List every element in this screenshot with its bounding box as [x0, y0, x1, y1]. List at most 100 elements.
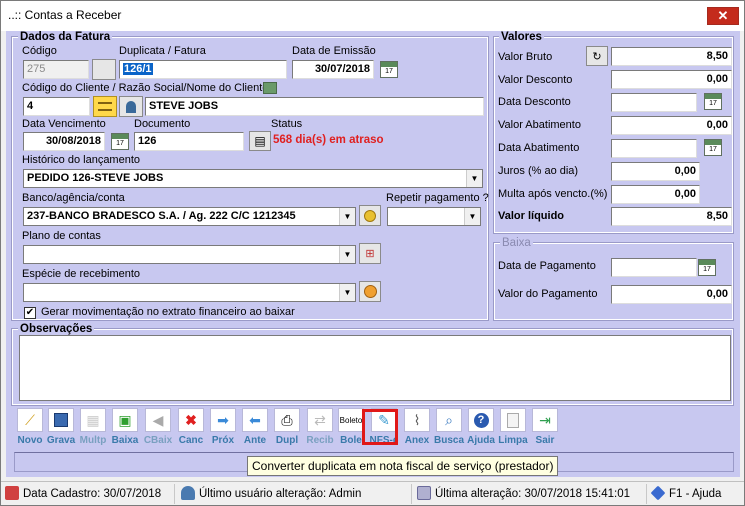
status-bar: Data Cadastro: 30/07/2018 Último usuário… [1, 481, 744, 505]
limpa-button[interactable]: Limpa [497, 408, 529, 446]
emissao-calendar-icon[interactable]: 17 [380, 61, 398, 78]
cliente-nome-field[interactable]: STEVE JOBS [145, 97, 484, 116]
liquido-field[interactable]: 8,50 [611, 207, 732, 226]
chevron-down-icon[interactable]: ▼ [339, 246, 355, 263]
close-button[interactable]: ✕ [707, 7, 739, 25]
cbaix-button[interactable]: ◀ CBaix [142, 408, 174, 446]
dupl-label: Dupl [275, 435, 299, 446]
chevron-down-icon[interactable]: ▼ [339, 284, 355, 301]
status-label: Status [271, 118, 303, 130]
especie-combo[interactable]: ▼ [23, 283, 356, 302]
data-pagamento-field[interactable] [611, 258, 697, 277]
duplicata-field[interactable]: 126/1 [119, 60, 287, 79]
bruto-field[interactable]: 8,50 [611, 47, 732, 66]
previous-icon: ⬅ [242, 408, 268, 432]
limpa-label: Limpa [498, 435, 528, 446]
title-bar: ..:: Contas a Receber ✕ [1, 1, 744, 31]
codigo-field[interactable]: 275 [23, 60, 89, 79]
dupl-button[interactable]: ⎙ Dupl [271, 408, 303, 446]
baixa-icon: ▣ [112, 408, 138, 432]
codigo-button[interactable] [92, 59, 116, 80]
ante-label: Ante [243, 435, 267, 446]
multp-label: Multp [79, 435, 107, 446]
sair-button[interactable]: ⇥ Sair [529, 408, 561, 446]
coins-icon[interactable] [359, 205, 381, 226]
boleto-icon-text: Boleto [339, 415, 363, 425]
wand-icon: ⟋ [17, 408, 43, 432]
cliente-list-icon[interactable] [93, 96, 117, 117]
recalc-icon[interactable]: ↻ [586, 46, 608, 66]
status-alteracao-text: Última alteração: 30/07/2018 15:41:01 [435, 488, 630, 500]
edit-date-icon [417, 486, 431, 500]
vencimento-calendar-icon[interactable]: 17 [111, 133, 129, 150]
data-abatimento-calendar-icon[interactable]: 17 [704, 139, 722, 156]
documento-field[interactable]: 126 [134, 132, 244, 151]
busca-button[interactable]: ⌕ Busca [433, 408, 465, 446]
novo-button[interactable]: ⟋ Novo [14, 408, 46, 446]
prox-button[interactable]: ➡ Próx [207, 408, 239, 446]
juros-field[interactable]: 0,00 [611, 162, 700, 181]
nfse-highlight-box [362, 409, 398, 445]
codigo-label: Código [22, 45, 57, 57]
vencimento-field[interactable]: 30/08/2018 [23, 132, 105, 151]
status-ajuda[interactable]: F1 - Ajuda [650, 485, 721, 501]
plano-combo[interactable]: ▼ [23, 245, 356, 264]
multiply-icon: ▦ [80, 408, 106, 432]
duplicata-label: Duplicata / Fatura [119, 45, 206, 57]
canc-label: Canc [178, 435, 204, 446]
historico-combo[interactable]: PEDIDO 126-STEVE JOBS ▼ [23, 169, 483, 188]
busca-label: Busca [433, 435, 464, 446]
especie-coin-icon[interactable] [359, 281, 381, 302]
chevron-down-icon[interactable]: ▼ [466, 170, 482, 187]
desconto-field[interactable]: 0,00 [611, 70, 732, 89]
chevron-down-icon[interactable]: ▼ [464, 208, 480, 225]
plano-tree-icon[interactable]: ⊞ [359, 243, 381, 264]
recib-button[interactable]: ⇄ Recib [304, 408, 336, 446]
banco-combo[interactable]: 237-BANCO BRADESCO S.A. / Ag. 222 C/C 12… [23, 207, 356, 226]
form-body: Dados da Fatura Código 275 Duplicata / F… [6, 31, 740, 477]
data-pagamento-label: Data de Pagamento [498, 260, 596, 272]
receipt-icon: ⇄ [307, 408, 333, 432]
abatimento-label: Valor Abatimento [498, 119, 581, 131]
cliente-person-icon[interactable] [119, 96, 143, 117]
canc-button[interactable]: ✖ Canc [175, 408, 207, 446]
multa-label: Multa após vencto.(%) [498, 188, 608, 200]
baixa-label: Baixa [111, 435, 139, 446]
help-diamond-icon [650, 485, 666, 501]
data-abatimento-field[interactable] [611, 139, 697, 158]
magnifier-icon: ⌕ [436, 408, 462, 432]
valor-pagamento-label: Valor do Pagamento [498, 288, 598, 300]
abatimento-field[interactable]: 0,00 [611, 116, 732, 135]
grava-label: Grava [46, 435, 76, 446]
multp-button[interactable]: ▦ Multp [77, 408, 109, 446]
grava-button[interactable]: Grava [45, 408, 77, 446]
emissao-field[interactable]: 30/07/2018 [292, 60, 374, 79]
ajuda-label: Ajuda [467, 435, 495, 446]
repetir-combo[interactable]: ▼ [387, 207, 481, 226]
anex-label: Anex [404, 435, 430, 446]
banco-label: Banco/agência/conta [22, 192, 125, 204]
observacoes-title: Observações [18, 323, 95, 335]
banco-value: 237-BANCO BRADESCO S.A. / Ag. 222 C/C 12… [27, 210, 296, 222]
cliente-codigo-field[interactable]: 4 [23, 97, 90, 116]
especie-label: Espécie de recebimento [22, 268, 141, 280]
ante-button[interactable]: ⬅ Ante [239, 408, 271, 446]
anex-button[interactable]: ⌇ Anex [401, 408, 433, 446]
valor-pagamento-field[interactable]: 0,00 [611, 285, 732, 304]
data-desconto-field[interactable] [611, 93, 697, 112]
data-pagamento-calendar-icon[interactable]: 17 [698, 259, 716, 276]
multa-field[interactable]: 0,00 [611, 185, 700, 204]
status-alteracao: Última alteração: 30/07/2018 15:41:01 [417, 486, 630, 500]
historico-value: PEDIDO 126-STEVE JOBS [27, 172, 164, 184]
chevron-down-icon[interactable]: ▼ [339, 208, 355, 225]
data-desconto-calendar-icon[interactable]: 17 [704, 93, 722, 110]
baixa-button[interactable]: ▣ Baixa [109, 408, 141, 446]
status-cadastro-text: Data Cadastro: 30/07/2018 [23, 488, 162, 500]
gerar-checkbox[interactable]: ✔ [24, 307, 36, 319]
baixa-title: Baixa [500, 237, 533, 249]
documento-generate-icon[interactable]: ▤ [249, 131, 271, 151]
ajuda-button[interactable]: ? Ajuda [465, 408, 497, 446]
gerar-label: Gerar movimentação no extrato financeiro… [41, 306, 295, 318]
observacoes-textarea[interactable] [19, 335, 731, 401]
floppy-icon [48, 408, 74, 432]
